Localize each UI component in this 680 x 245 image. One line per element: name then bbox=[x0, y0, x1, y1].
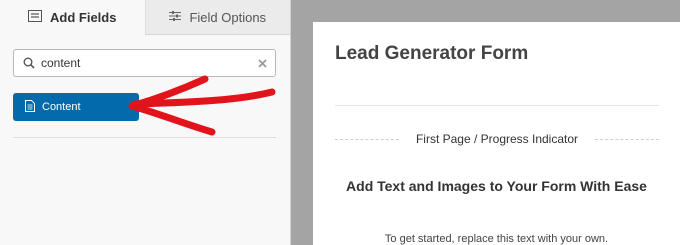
form-title-divider bbox=[335, 105, 659, 106]
panel-divider bbox=[13, 137, 276, 138]
content-heading: Add Text and Images to Your Form With Ea… bbox=[346, 178, 647, 194]
tab-add-fields-label: Add Fields bbox=[50, 10, 117, 25]
form-preview: Lead Generator Form First Page / Progres… bbox=[313, 22, 680, 245]
field-panel: Add Fields Field Options Content bbox=[0, 0, 291, 245]
list-icon bbox=[28, 10, 43, 25]
page-break-label: First Page / Progress Indicator bbox=[415, 132, 579, 146]
content-text: To get started, replace this text with y… bbox=[384, 233, 609, 245]
tab-add-fields[interactable]: Add Fields bbox=[0, 0, 145, 35]
tab-field-options[interactable]: Field Options bbox=[144, 0, 290, 35]
field-search bbox=[13, 49, 276, 77]
sliders-icon bbox=[169, 10, 182, 25]
content-field-label: Content bbox=[42, 101, 81, 113]
content-field-button[interactable]: Content bbox=[13, 93, 139, 121]
panel-tabs: Add Fields Field Options bbox=[0, 0, 290, 35]
search-input[interactable] bbox=[41, 53, 258, 73]
search-icon bbox=[23, 57, 35, 69]
tab-field-options-label: Field Options bbox=[189, 9, 267, 25]
clear-icon[interactable] bbox=[258, 58, 267, 68]
form-title: Lead Generator Form bbox=[335, 43, 529, 64]
dashed-divider-right bbox=[595, 139, 659, 140]
page-break-indicator[interactable]: First Page / Progress Indicator bbox=[335, 132, 659, 146]
document-icon bbox=[25, 99, 35, 115]
dashed-divider-left bbox=[335, 139, 399, 140]
